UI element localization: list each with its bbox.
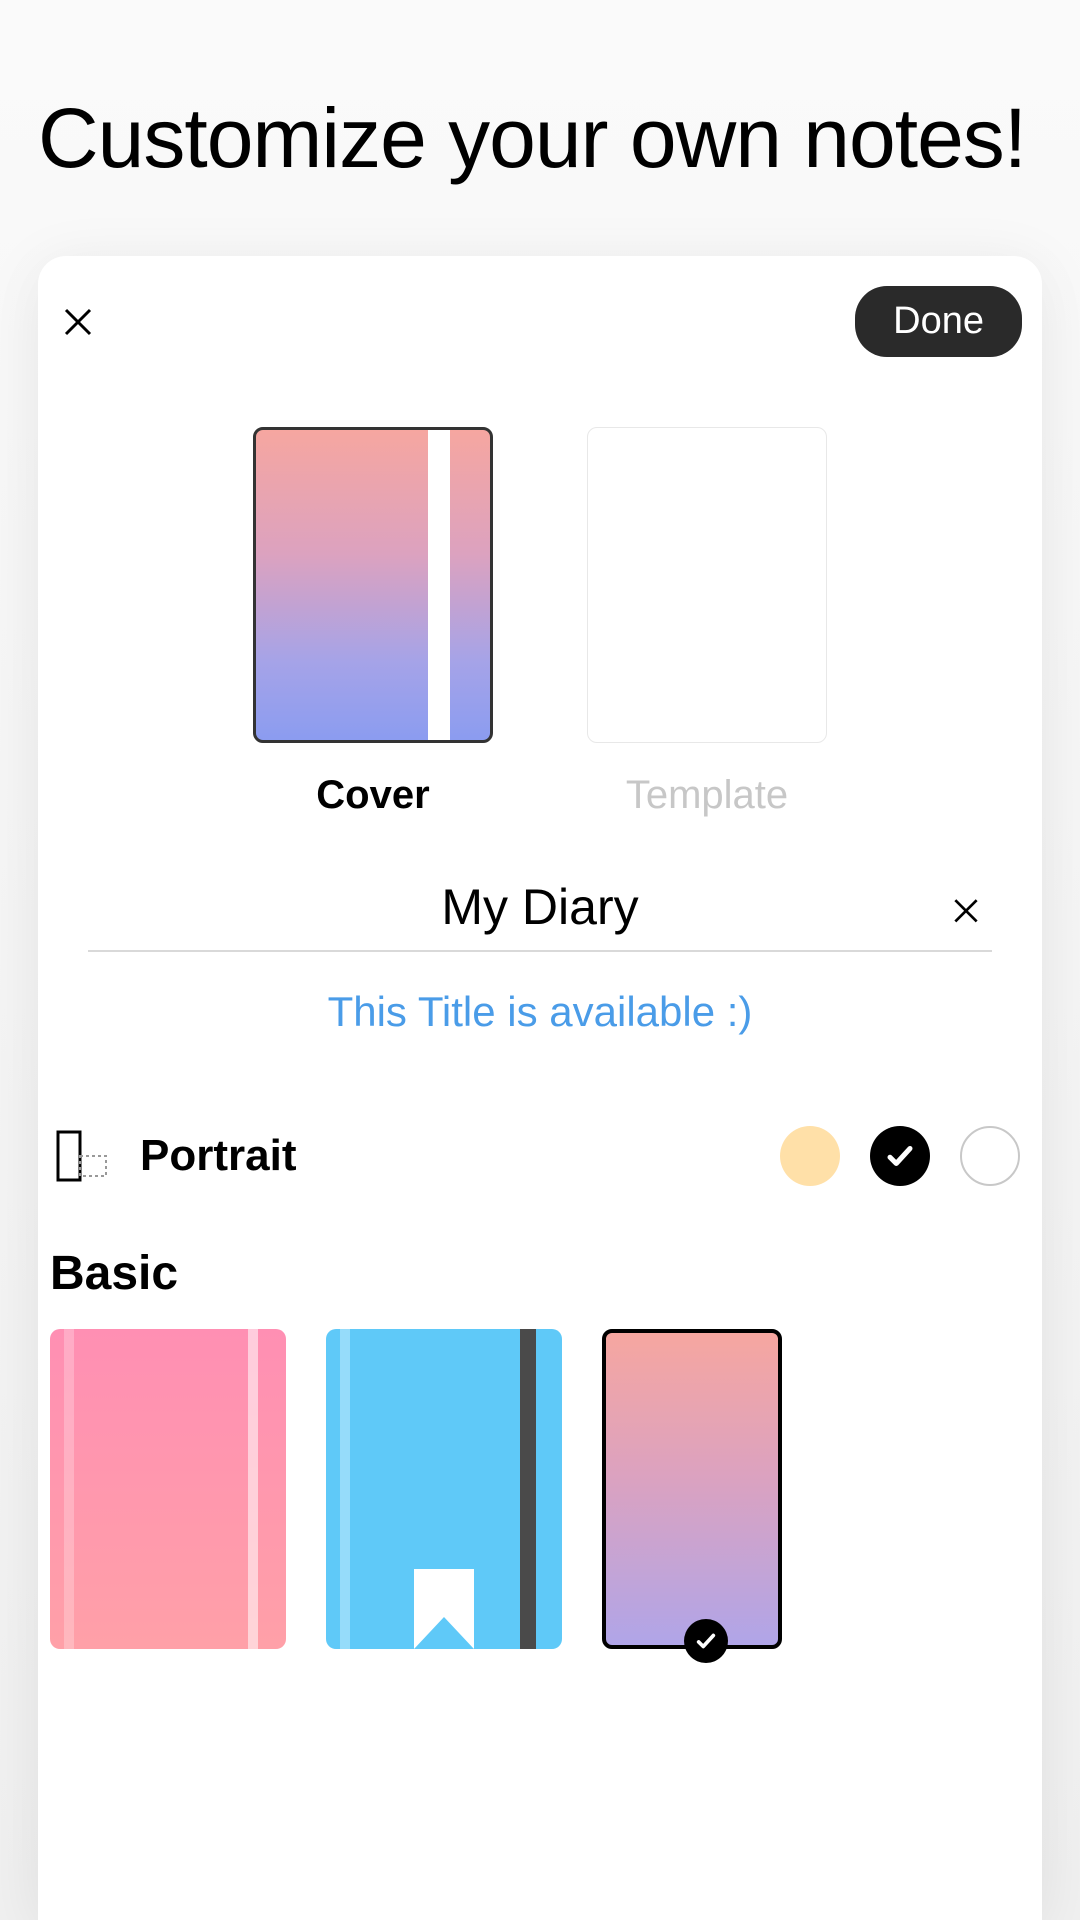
cover-option-blue[interactable] bbox=[326, 1329, 562, 1649]
customize-card: Done Cover Template This Title is availa… bbox=[38, 256, 1042, 1920]
cover-option-pink[interactable] bbox=[50, 1329, 286, 1649]
orientation-label: Portrait bbox=[140, 1131, 750, 1181]
close-icon bbox=[950, 895, 982, 927]
close-button[interactable] bbox=[48, 292, 108, 352]
title-availability: This Title is available :) bbox=[38, 988, 1042, 1036]
cover-tab-label: Cover bbox=[316, 773, 429, 818]
preview-tabs: Cover Template bbox=[38, 427, 1042, 818]
color-white[interactable] bbox=[960, 1126, 1020, 1186]
color-swatches bbox=[780, 1126, 1030, 1186]
cover-option-gradient-selected[interactable] bbox=[602, 1329, 782, 1649]
tab-cover[interactable]: Cover bbox=[253, 427, 493, 818]
orientation-icon[interactable] bbox=[50, 1126, 110, 1186]
template-tab-label: Template bbox=[626, 773, 788, 818]
cover-band bbox=[520, 1329, 536, 1649]
cover-preview bbox=[253, 427, 493, 743]
done-button[interactable]: Done bbox=[855, 286, 1022, 357]
clear-title-button[interactable] bbox=[950, 895, 982, 927]
tab-template[interactable]: Template bbox=[587, 427, 827, 818]
orientation-row: Portrait bbox=[38, 1126, 1042, 1186]
color-black[interactable] bbox=[870, 1126, 930, 1186]
topbar: Done bbox=[38, 286, 1042, 357]
close-icon bbox=[60, 304, 96, 340]
page-heading: Customize your own notes! bbox=[0, 0, 1080, 247]
portrait-landscape-icon bbox=[50, 1126, 110, 1186]
title-field bbox=[88, 878, 992, 952]
selected-badge bbox=[684, 1619, 728, 1663]
title-input[interactable] bbox=[88, 878, 992, 936]
section-basic-title: Basic bbox=[38, 1186, 1042, 1329]
check-icon bbox=[885, 1141, 915, 1171]
cover-grid bbox=[38, 1329, 1042, 1649]
color-beige[interactable] bbox=[780, 1126, 840, 1186]
template-preview bbox=[587, 427, 827, 743]
bookmark-icon bbox=[414, 1569, 474, 1649]
check-icon bbox=[695, 1630, 717, 1652]
